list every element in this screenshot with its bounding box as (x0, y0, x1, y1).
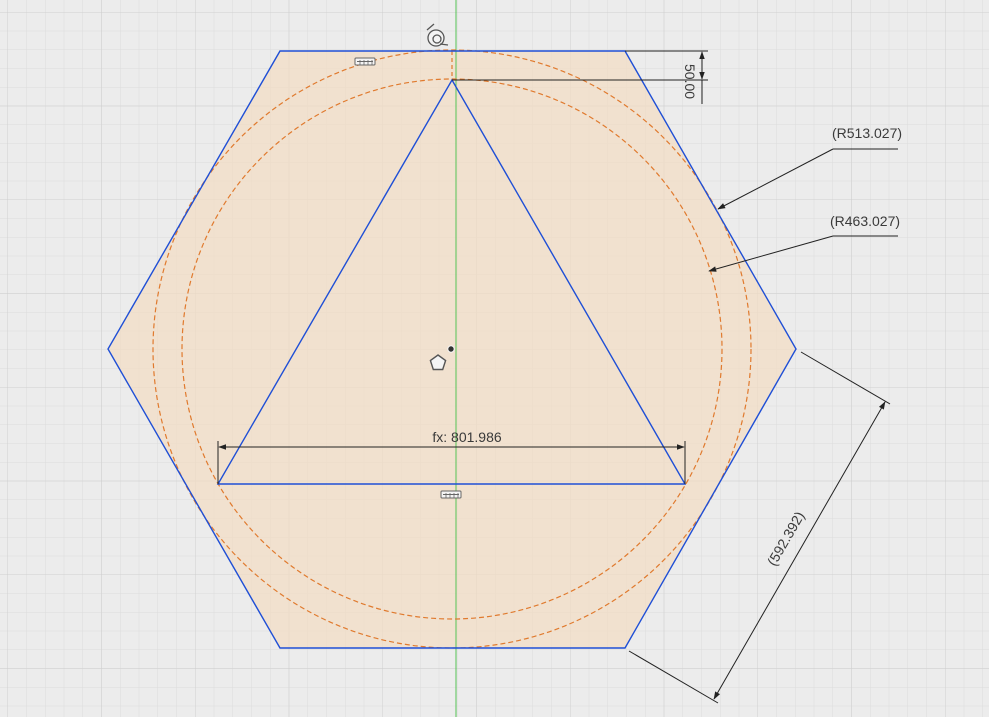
center-point[interactable] (447, 345, 455, 353)
outer-radius-label[interactable]: (R513.027) (832, 125, 902, 141)
inner-radius-label[interactable]: (R463.027) (830, 213, 900, 229)
top-offset-label[interactable]: 50.00 (682, 64, 698, 99)
sketch-canvas[interactable]: 50.00 (R513.027) (R463.027) fx: 801.986 … (0, 0, 989, 717)
horizontal-constraint-icon[interactable] (440, 490, 462, 499)
triangle-width-label[interactable]: fx: 801.986 (432, 429, 501, 445)
horizontal-constraint-icon[interactable] (354, 57, 376, 66)
